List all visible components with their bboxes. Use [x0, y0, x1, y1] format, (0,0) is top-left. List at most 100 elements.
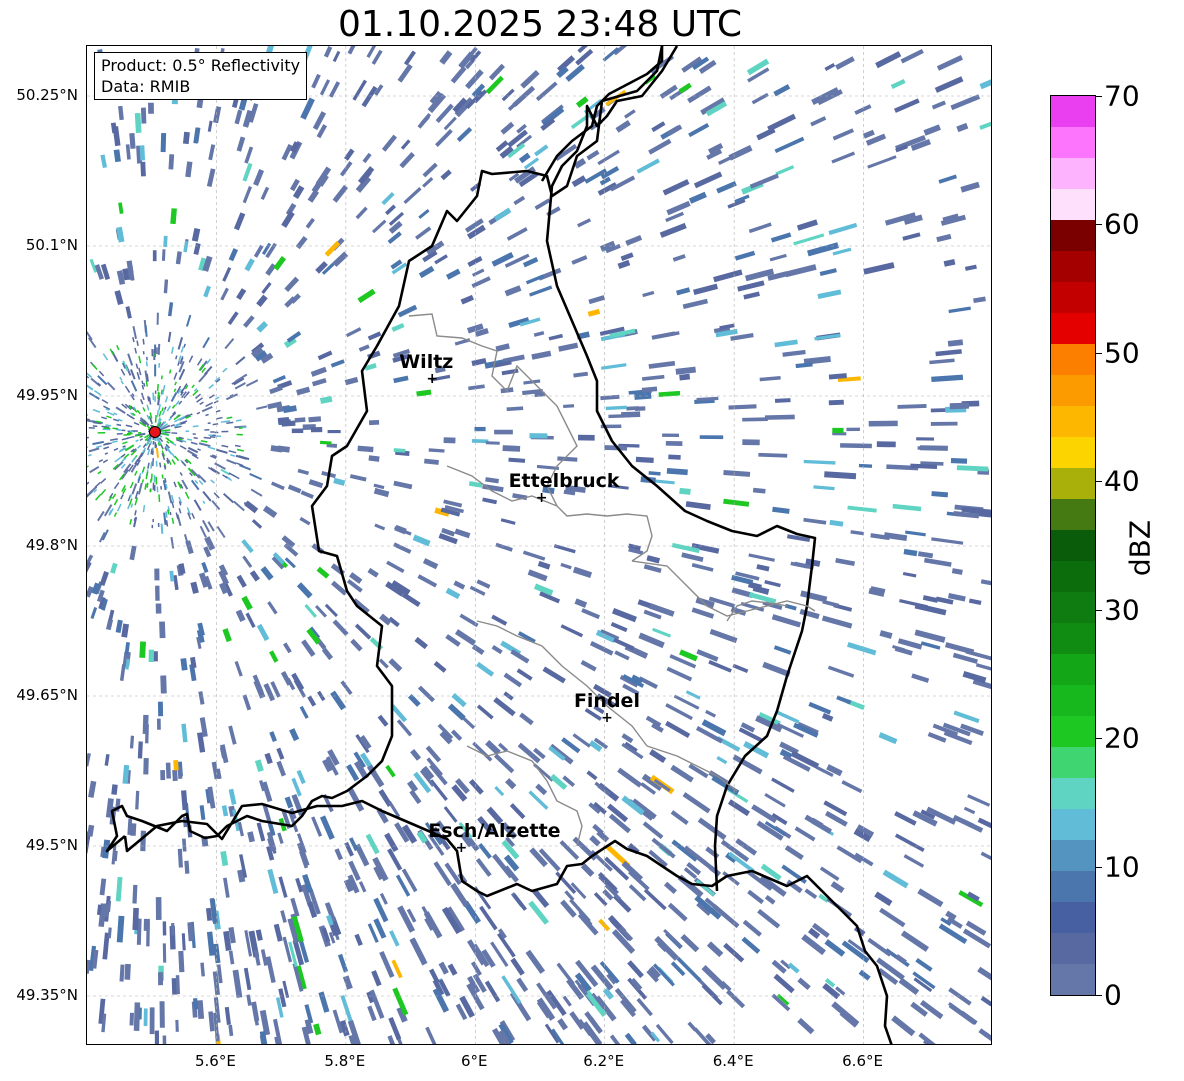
echo-cell	[890, 78, 906, 89]
echo-cell	[371, 219, 387, 234]
echo-cell	[161, 249, 166, 261]
echo-cell	[256, 405, 268, 410]
echo-cell	[752, 487, 766, 494]
echo-cell	[705, 846, 720, 859]
echo-cell	[114, 456, 122, 463]
echo-cell	[228, 1024, 234, 1037]
lat-tick-label: 50.1°N	[25, 236, 78, 254]
echo-cell	[950, 94, 981, 111]
echo-cell	[151, 524, 154, 529]
echo-cell	[775, 165, 795, 176]
echo-cell	[891, 1015, 916, 1037]
echo-cell	[290, 897, 300, 917]
echo-cell	[840, 443, 872, 449]
echo-cell	[824, 62, 836, 71]
echo-cell	[139, 145, 146, 161]
echo-cell	[226, 416, 233, 420]
echo-cell	[294, 417, 306, 423]
echo-cell	[641, 386, 658, 393]
echo-cell	[951, 568, 963, 575]
echo-cell	[121, 429, 126, 432]
echo-cell	[407, 780, 419, 793]
echo-cell	[485, 441, 500, 445]
echo-cell	[516, 977, 529, 993]
echo-cell	[154, 390, 157, 394]
echo-cell	[758, 452, 788, 458]
echo-cell	[234, 444, 241, 448]
echo-cell	[365, 833, 380, 855]
echo-cell	[170, 392, 178, 402]
echo-cell	[104, 452, 109, 455]
echo-cell	[701, 984, 723, 1006]
echo-cell	[936, 55, 964, 71]
echo-cell	[819, 268, 837, 276]
echo-cell	[146, 404, 150, 411]
echo-cell	[167, 302, 174, 317]
echo-cell	[944, 642, 975, 655]
echo-cell	[179, 472, 183, 476]
map-title: 01.10.2025 23:48 UTC	[337, 4, 743, 45]
echo-cell	[200, 440, 208, 443]
echo-cell	[291, 428, 304, 434]
echo-cell	[510, 957, 525, 976]
echo-cell	[418, 265, 435, 279]
echo-cell	[506, 227, 528, 241]
echo-cell	[535, 81, 558, 102]
echo-cell	[597, 149, 620, 166]
echo-cell	[357, 288, 376, 304]
echo-cell	[679, 487, 691, 495]
echo-cell	[342, 975, 353, 990]
echo-cell	[136, 340, 139, 347]
echo-cell	[737, 280, 765, 292]
echo-cell	[625, 235, 643, 246]
echo-cell	[134, 112, 142, 133]
echo-cell	[244, 258, 255, 272]
echo-cell	[770, 232, 792, 243]
echo-cell	[234, 109, 243, 125]
echo-cell	[300, 97, 315, 120]
map-markers	[148, 426, 161, 438]
echo-cell	[158, 494, 161, 502]
echo-cell	[666, 200, 691, 216]
echo-cell	[687, 85, 712, 104]
echo-cell	[454, 338, 471, 346]
echo-cell	[168, 154, 175, 170]
echo-cell	[208, 384, 214, 389]
lat-tick-label: 50.25°N	[16, 86, 78, 104]
radar-map[interactable]	[86, 45, 992, 1045]
echo-cell	[495, 542, 513, 552]
echo-cell	[580, 863, 595, 877]
echo-cell	[936, 233, 952, 243]
echo-cell	[459, 613, 479, 628]
echo-cell	[882, 869, 909, 889]
echo-cell	[573, 371, 589, 378]
echo-cell	[803, 517, 827, 525]
echo-cell	[931, 374, 964, 383]
echo-cell	[113, 447, 119, 451]
echo-cell	[794, 826, 816, 842]
echo-cell	[795, 362, 813, 369]
echo-cell	[201, 405, 213, 413]
echo-cell	[173, 574, 179, 591]
echo-cell	[188, 355, 194, 363]
echo-cell	[979, 120, 991, 130]
echo-cell	[670, 810, 689, 826]
echo-cell	[680, 933, 700, 953]
echo-cell	[222, 367, 228, 373]
echo-cell	[399, 152, 415, 169]
echo-cell	[952, 814, 984, 833]
echo-cell	[723, 942, 745, 963]
echo-cell	[318, 991, 330, 1013]
echo-cell	[571, 175, 587, 188]
echo-cell	[415, 226, 432, 240]
echo-cell	[125, 144, 131, 160]
echo-cell	[742, 417, 768, 422]
echo-cell	[681, 552, 704, 562]
echo-cell	[874, 891, 893, 907]
echo-cell	[548, 333, 563, 341]
echo-cell	[224, 338, 235, 350]
echo-cell	[222, 628, 232, 643]
echo-cell	[148, 102, 154, 114]
echo-cell	[100, 477, 107, 484]
echo-cell	[154, 364, 157, 377]
